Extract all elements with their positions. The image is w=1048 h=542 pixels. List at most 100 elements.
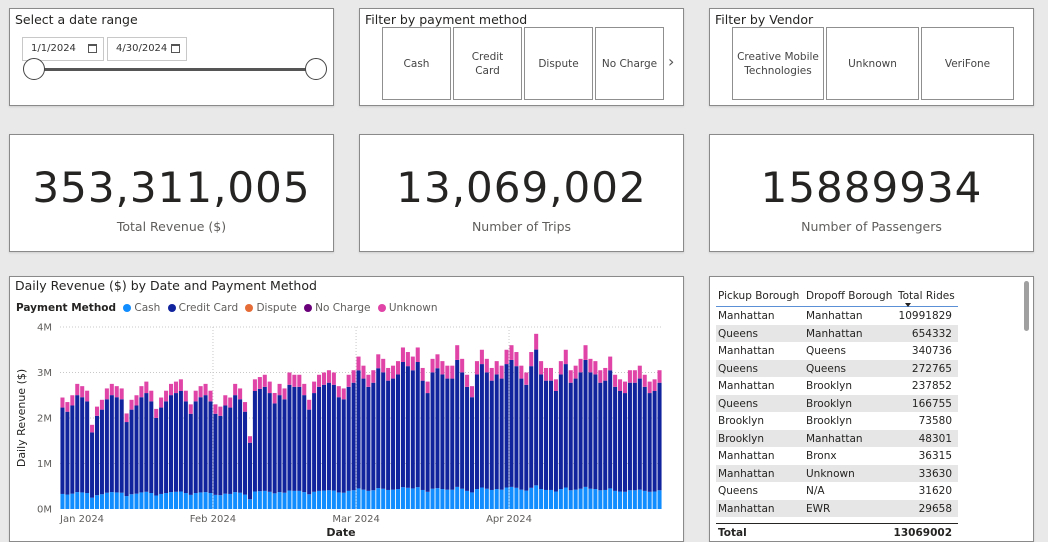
bar-cash[interactable] [504,487,509,509]
bar-cash[interactable] [548,489,553,509]
bar-cash[interactable] [553,491,558,509]
bar-credit-card[interactable] [208,401,213,494]
bar-credit-card[interactable] [124,422,129,497]
bar-cash[interactable] [164,493,169,509]
table-row[interactable]: Queens Manhattan 654332 [716,324,958,342]
bar-credit-card[interactable] [223,405,228,494]
bar-unknown[interactable] [647,381,652,394]
bar-unknown[interactable] [539,361,544,375]
bar-credit-card[interactable] [460,372,465,489]
bar-unknown[interactable] [489,367,494,381]
bar-cash[interactable] [514,487,519,509]
table-row[interactable]: Manhattan Brooklyn 237852 [716,377,958,395]
daily-revenue-chart[interactable]: 0M 1M 2M 3M 4M Jan 2024 Feb 2024 Mar 2024 Apr 20… [10,277,683,541]
bar-cash[interactable] [208,493,213,509]
bar-credit-card[interactable] [558,374,563,490]
bar-cash[interactable] [243,494,248,509]
bar-credit-card[interactable] [425,393,430,492]
bar-unknown[interactable] [573,365,578,379]
bar-unknown[interactable] [391,365,396,379]
bar-credit-card[interactable] [440,374,445,490]
bar-credit-card[interactable] [603,380,608,490]
bar-credit-card[interactable] [524,384,529,491]
bar-cash[interactable] [563,487,568,509]
bar-credit-card[interactable] [376,368,381,489]
bar-cash[interactable] [465,490,470,509]
end-date-handle[interactable] [305,58,327,80]
bar-credit-card[interactable] [70,405,75,494]
bar-unknown[interactable] [292,374,297,387]
bar-credit-card[interactable] [307,409,312,495]
chevron-right-icon[interactable]: › [668,52,674,71]
bar-cash[interactable] [60,493,65,509]
bar-cash[interactable] [154,495,159,509]
bar-credit-card[interactable] [548,380,553,490]
bar-credit-card[interactable] [65,411,70,495]
bar-unknown[interactable] [173,381,178,394]
bar-unknown[interactable] [331,372,336,385]
bar-credit-card[interactable] [134,405,139,494]
bar-unknown[interactable] [578,358,583,373]
bar-credit-card[interactable] [435,368,440,489]
bar-cash[interactable] [267,491,272,509]
bar-cash[interactable] [489,489,494,509]
bar-unknown[interactable] [178,379,183,391]
bar-unknown[interactable] [524,372,529,385]
bar-credit-card[interactable] [504,364,509,488]
bar-unknown[interactable] [169,383,174,396]
bar-cash[interactable] [218,495,223,509]
bar-unknown[interactable] [243,402,248,412]
bar-credit-card[interactable] [642,386,647,491]
bar-cash[interactable] [627,490,632,509]
bar-credit-card[interactable] [262,386,267,491]
legend-item-unknown[interactable]: Unknown [377,302,438,314]
table-row[interactable]: Queens N/A 31620 [716,482,958,500]
date-range-track[interactable] [34,68,316,71]
bar-unknown[interactable] [252,379,257,391]
bar-credit-card[interactable] [257,388,262,492]
bar-unknown[interactable] [499,365,504,379]
bar-unknown[interactable] [504,349,509,365]
bar-unknown[interactable] [139,386,144,398]
bar-unknown[interactable] [287,372,292,385]
bar-credit-card[interactable] [331,384,336,491]
bar-unknown[interactable] [65,402,70,412]
bar-cash[interactable] [351,490,356,509]
bar-credit-card[interactable] [400,362,405,488]
bar-unknown[interactable] [425,381,430,394]
bar-credit-card[interactable] [282,399,287,493]
bar-credit-card[interactable] [267,393,272,492]
bar-credit-card[interactable] [80,397,85,493]
bar-cash[interactable] [534,485,539,509]
bar-unknown[interactable] [420,367,425,381]
bar-credit-card[interactable] [346,386,351,491]
bar-unknown[interactable] [94,406,100,416]
bar-credit-card[interactable] [188,413,193,495]
bar-unknown[interactable] [282,388,287,400]
bar-unknown[interactable] [484,358,489,373]
bar-credit-card[interactable] [371,382,376,491]
bar-unknown[interactable] [336,386,341,398]
bar-cash[interactable] [282,492,287,509]
bar-cash[interactable] [405,487,410,509]
bar-credit-card[interactable] [252,390,257,492]
bar-unknown[interactable] [297,374,302,387]
bar-cash[interactable] [608,488,613,509]
bar-unknown[interactable] [400,347,405,363]
tile-cash[interactable]: Cash [382,27,451,100]
table-row[interactable]: Brooklyn Brooklyn 73580 [716,412,958,430]
bar-unknown[interactable] [257,377,262,389]
bar-credit-card[interactable] [85,401,90,494]
bar-credit-card[interactable] [312,393,317,492]
bar-cash[interactable] [415,487,420,509]
bar-credit-card[interactable] [588,372,593,489]
bar-credit-card[interactable] [509,359,514,487]
bar-cash[interactable] [499,489,504,509]
bar-credit-card[interactable] [366,386,371,491]
bar-unknown[interactable] [272,392,277,404]
bar-cash[interactable] [657,490,662,509]
bar-cash[interactable] [252,491,257,509]
column-header-dropoff[interactable]: Dropoff Borough [806,290,892,302]
bar-unknown[interactable] [70,395,75,406]
bar-unknown[interactable] [588,358,593,373]
